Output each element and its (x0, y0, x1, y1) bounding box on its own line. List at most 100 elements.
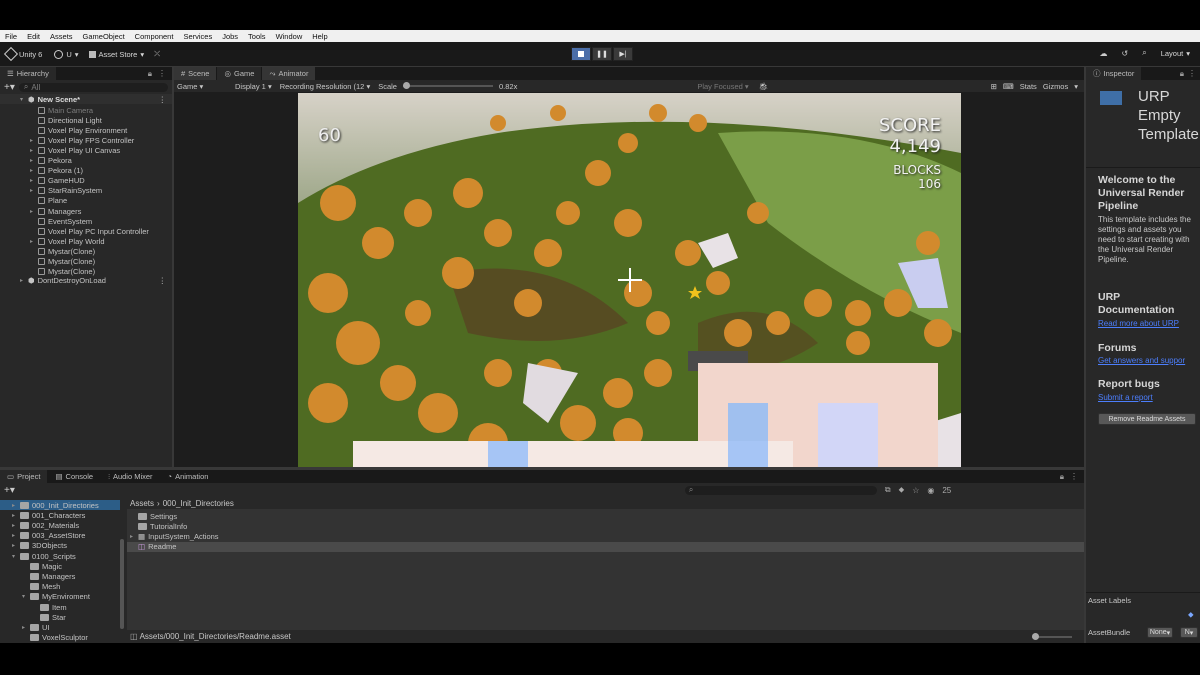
menu-item-jobs[interactable]: Jobs (217, 32, 243, 41)
breadcrumb-assets[interactable]: Assets (130, 499, 154, 508)
project-tree-item[interactable]: ▸ UI (0, 622, 120, 632)
hierarchy-item[interactable]: Voxel Play Environment (0, 125, 172, 135)
hierarchy-item[interactable]: ▸ Voxel Play FPS Controller (0, 135, 172, 145)
expand-arrow-icon[interactable]: ▸ (30, 157, 38, 164)
expand-arrow-icon[interactable]: ▾ (20, 96, 28, 103)
cloud-icon[interactable]: ☁ (1100, 49, 1108, 58)
search-icon[interactable]: ⌕ (1142, 48, 1146, 58)
menu-item-component[interactable]: Component (130, 32, 179, 41)
version-control-icon[interactable]: ⤫ (154, 49, 160, 59)
lock-icon[interactable]: 🔒︎ (1180, 69, 1184, 79)
tab-console[interactable]: ▤ Console (48, 470, 102, 483)
tab-inspector[interactable]: ⓘ Inspector (1086, 67, 1143, 80)
unity-version-button[interactable]: Unity 6 (3, 46, 42, 62)
maximize-icon[interactable]: ⊞ (991, 82, 997, 91)
pause-button[interactable]: ❚❚ (592, 47, 612, 61)
tree-scrollbar[interactable] (120, 539, 124, 629)
project-tree-item[interactable]: ▾ MyEnviroment (0, 592, 120, 602)
play-focused-dropdown[interactable]: Play Focused ▾ (697, 82, 748, 91)
expand-arrow-icon[interactable]: ▸ (12, 542, 20, 549)
hierarchy-item[interactable]: ▸ Pekora (1) (0, 166, 172, 176)
hierarchy-item[interactable]: Main Camera (0, 105, 172, 115)
stats-button[interactable]: Stats (1020, 82, 1037, 91)
project-tree-item[interactable]: ▸ 002_Materials (0, 520, 120, 530)
game-display-type-dropdown[interactable]: Game ▾ (177, 82, 227, 91)
expand-arrow-icon[interactable]: ▸ (20, 277, 28, 284)
hierarchy-item[interactable]: ▸ Pekora (0, 156, 172, 166)
expand-arrow-icon[interactable]: ▸ (12, 532, 20, 539)
project-tree-item[interactable]: ▸ 001_Characters (0, 510, 120, 520)
expand-arrow-icon[interactable]: ▸ (12, 522, 20, 529)
asset-store-button[interactable]: Asset Store ▾ (88, 50, 144, 59)
menu-item-services[interactable]: Services (178, 32, 217, 41)
project-tree-item[interactable]: Magic (0, 561, 120, 571)
remove-readme-button[interactable]: Remove Readme Assets (1098, 413, 1196, 425)
tab-scene[interactable]: # Scene (174, 67, 218, 80)
project-file-item[interactable]: ◫ Readme (127, 541, 1084, 552)
hierarchy-search-input[interactable]: ⌕ All (18, 82, 168, 92)
project-file-item[interactable]: ▸ ▦ InputSystem_Actions (127, 531, 1084, 541)
tab-hierarchy[interactable]: ☰ Hierarchy (0, 67, 57, 80)
scale-slider[interactable] (402, 82, 493, 89)
icon-size-slider[interactable] (1032, 632, 1072, 640)
history-icon[interactable]: ↺ (1122, 49, 1129, 58)
expand-arrow-icon[interactable]: ▾ (22, 593, 30, 600)
menu-item-tools[interactable]: Tools (243, 32, 271, 41)
lock-icon[interactable]: 🔒︎ (1060, 472, 1064, 482)
project-tree-item[interactable]: VoxelSculptor (0, 633, 120, 643)
hierarchy-item[interactable]: ▸ StarRainSystem (0, 186, 172, 196)
expand-arrow-icon[interactable]: ▸ (30, 187, 38, 194)
hierarchy-item[interactable]: EventSystem (0, 216, 172, 226)
expand-arrow-icon[interactable]: ▸ (30, 238, 38, 245)
hierarchy-item[interactable]: ▸ GameHUD (0, 176, 172, 186)
tab-game[interactable]: ◎ Game (217, 67, 263, 80)
expand-arrow-icon[interactable]: ▸ (22, 624, 30, 631)
hidden-packages-icon[interactable]: ◉ (927, 486, 934, 495)
step-button[interactable]: ▶| (613, 47, 633, 61)
display-dropdown[interactable]: Display 1 ▾ (235, 82, 272, 91)
menu-item-assets[interactable]: Assets (45, 32, 78, 41)
hierarchy-item[interactable]: ▸ Voxel Play UI Canvas (0, 145, 172, 155)
expand-arrow-icon[interactable]: ▸ (30, 147, 38, 154)
asset-variant-dropdown[interactable]: N ▾ (1180, 627, 1198, 638)
tab-animator[interactable]: ⤳ Animator (262, 67, 317, 80)
project-tree-item[interactable]: ▸ 003_AssetStore (0, 531, 120, 541)
project-file-item[interactable]: TutorialInfo (127, 521, 1084, 531)
search-by-label-icon[interactable]: ⬥ (899, 485, 905, 495)
project-tree-item[interactable]: ▾ 0100_Scripts (0, 551, 120, 561)
hierarchy-item[interactable]: Directional Light (0, 115, 172, 125)
project-tree-item[interactable]: Mesh (0, 582, 120, 592)
expand-arrow-icon[interactable]: ▸ (12, 512, 20, 519)
hierarchy-item[interactable]: Voxel Play PC Input Controller (0, 226, 172, 236)
add-icon[interactable]: +▾ (4, 485, 15, 496)
mute-audio-icon[interactable]: 🐞︎ (759, 82, 769, 91)
search-by-type-icon[interactable]: ⧉ (885, 485, 891, 495)
scale-slider-handle[interactable] (402, 82, 410, 89)
expand-arrow-icon[interactable]: ▸ (30, 167, 38, 174)
kebab-menu-icon[interactable]: ⋮ (158, 69, 166, 78)
expand-arrow-icon[interactable]: ▸ (30, 177, 38, 184)
breadcrumb-current[interactable]: 000_Init_Directories (163, 499, 234, 508)
expand-arrow-icon[interactable]: ▸ (12, 502, 20, 509)
account-button[interactable]: U ▾ (54, 49, 79, 59)
scene-row[interactable]: ▾ ⬢ New Scene* ⋮ (0, 94, 172, 104)
menu-item-file[interactable]: File (0, 32, 22, 41)
kebab-menu-icon[interactable]: ⋮ (1188, 69, 1196, 78)
lock-icon[interactable]: 🔒︎ (148, 69, 152, 79)
tab-audio-mixer[interactable]: ⫶ Audio Mixer (101, 470, 161, 483)
tab-project[interactable]: ▭ Project (0, 470, 49, 483)
keyboard-icon[interactable]: ⌨ (1003, 82, 1014, 91)
project-search-input[interactable]: ⌕ (684, 485, 877, 495)
game-viewport[interactable]: 60 SCORE 4,149 BLOCKS 106 (298, 93, 961, 467)
menu-item-help[interactable]: Help (307, 32, 332, 41)
play-button[interactable] (571, 47, 591, 61)
hierarchy-item[interactable]: Mystar(Clone) (0, 257, 172, 267)
kebab-menu-icon[interactable]: ⋮ (1070, 472, 1078, 481)
expand-arrow-icon[interactable]: ▸ (130, 533, 138, 540)
doc-link[interactable]: Read more about URP (1098, 319, 1198, 328)
menu-item-gameobject[interactable]: GameObject (78, 32, 130, 41)
kebab-menu-icon[interactable]: ⋮ (159, 95, 167, 104)
label-tag-icon[interactable]: ⬥ (1188, 610, 1194, 620)
hierarchy-item[interactable]: ▸ Managers (0, 206, 172, 216)
hierarchy-item[interactable]: ▸ Voxel Play World (0, 236, 172, 246)
